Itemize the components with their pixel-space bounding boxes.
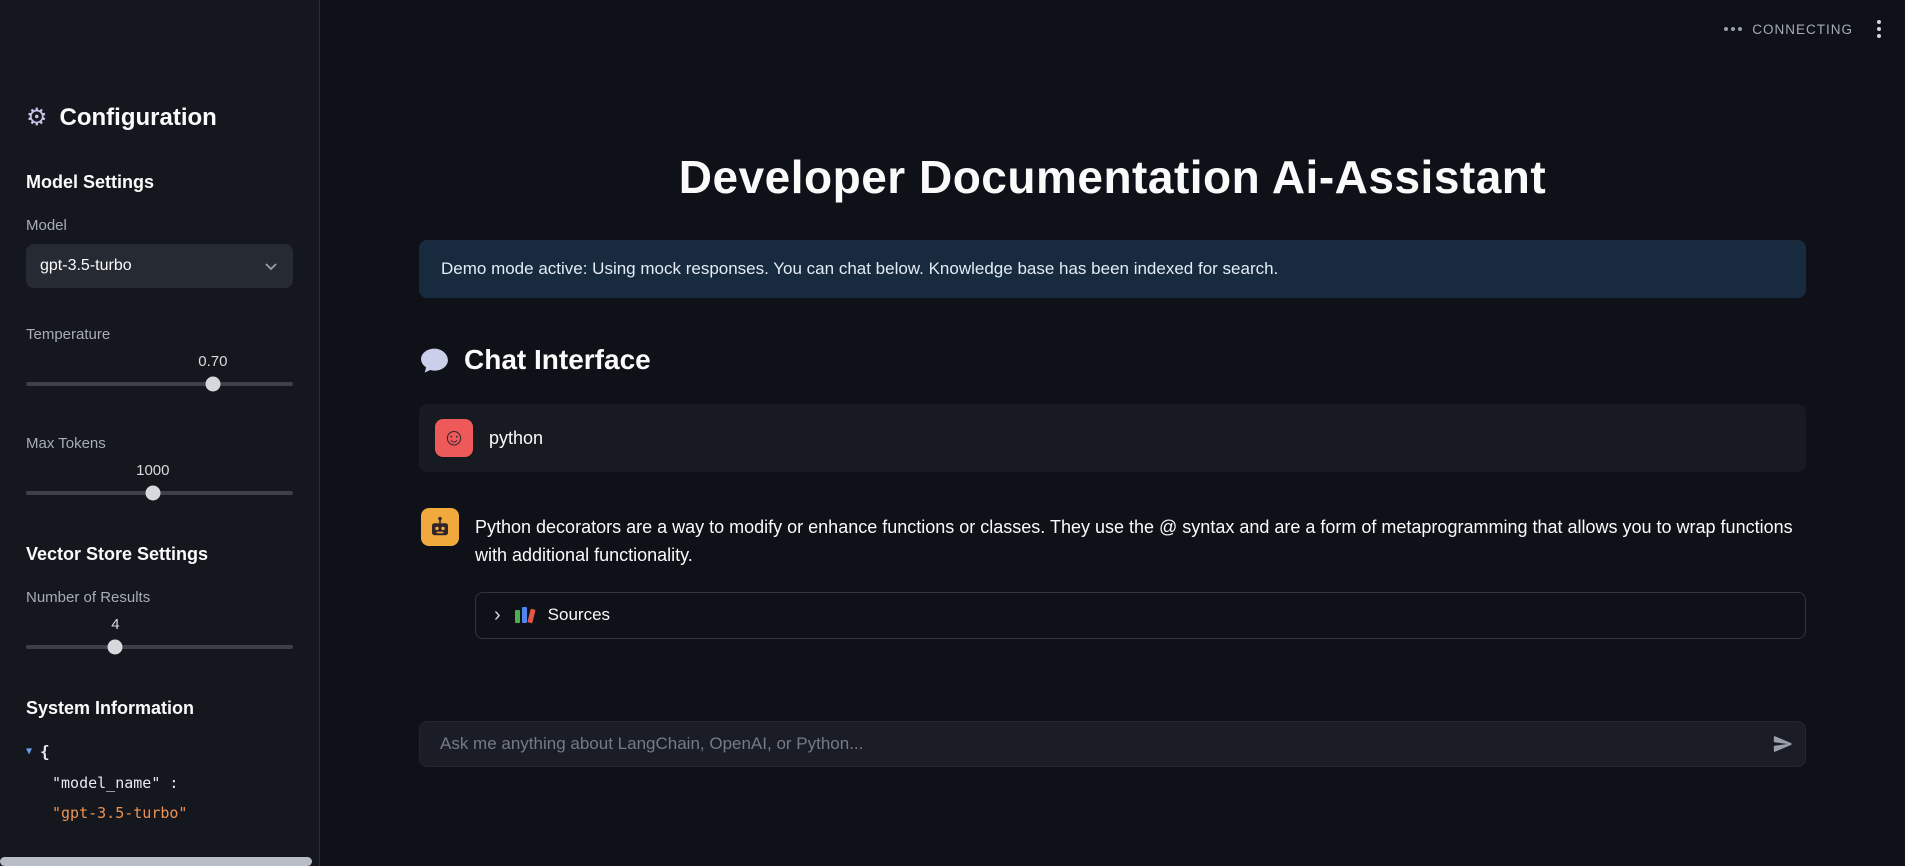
configuration-header: ⚙ Configuration <box>26 104 293 132</box>
books-icon <box>515 607 534 623</box>
gear-icon: ⚙ <box>26 106 48 130</box>
model-select-value: gpt-3.5-turbo <box>40 257 132 275</box>
json-open-brace: { <box>40 743 50 761</box>
sources-expander-label: Sources <box>548 605 610 625</box>
sidebar-scrollbar[interactable] <box>0 857 312 866</box>
page-title: Developer Documentation Ai-Assistant <box>419 150 1806 204</box>
sources-expander[interactable]: › Sources <box>475 592 1806 639</box>
chat-interface-heading-text: Chat Interface <box>464 344 651 376</box>
chat-message-user: ☺ python <box>419 404 1806 472</box>
max-tokens-slider-track[interactable] <box>26 491 293 495</box>
speech-bubble-icon <box>419 346 450 375</box>
connection-status-text: CONNECTING <box>1752 22 1853 37</box>
chat-message-assistant: Python decorators are a way to modify or… <box>419 508 1806 570</box>
running-dots-icon <box>1724 27 1742 31</box>
temperature-slider-track[interactable] <box>26 382 293 386</box>
expander-chevron-icon: › <box>494 605 501 625</box>
main-menu-kebab-icon[interactable] <box>1873 16 1885 42</box>
main-area: CONNECTING Developer Documentation Ai-As… <box>320 0 1905 866</box>
model-settings-heading: Model Settings <box>26 172 293 193</box>
user-avatar: ☺ <box>435 419 473 457</box>
temperature-label: Temperature <box>26 326 293 343</box>
model-select[interactable]: gpt-3.5-turbo <box>26 244 293 288</box>
system-info-json: ▼ { "model_name" : "gpt-3.5-turbo" <box>26 743 293 822</box>
send-button[interactable] <box>1772 733 1794 755</box>
topbar: CONNECTING <box>1724 16 1885 42</box>
system-info-heading: System Information <box>26 698 293 719</box>
num-results-slider-thumb[interactable] <box>108 640 123 655</box>
num-results-value: 4 <box>111 616 119 633</box>
temperature-slider-thumb[interactable] <box>205 377 220 392</box>
chat-input-row <box>419 721 1806 767</box>
app-window: ⚙ Configuration Model Settings Model gpt… <box>0 0 1905 866</box>
content-column: Developer Documentation Ai-Assistant Dem… <box>419 0 1806 767</box>
chat-input[interactable] <box>419 721 1806 767</box>
configuration-title: Configuration <box>60 104 217 132</box>
robot-icon <box>428 515 452 539</box>
connection-status: CONNECTING <box>1724 22 1853 37</box>
demo-mode-info-banner: Demo mode active: Using mock responses. … <box>419 240 1806 298</box>
max-tokens-label: Max Tokens <box>26 435 293 452</box>
max-tokens-slider: 1000 <box>26 462 293 504</box>
model-label: Model <box>26 217 293 234</box>
chat-interface-heading: Chat Interface <box>419 344 1806 376</box>
vector-store-heading: Vector Store Settings <box>26 544 293 565</box>
max-tokens-value: 1000 <box>136 462 169 479</box>
num-results-label: Number of Results <box>26 589 293 606</box>
max-tokens-slider-thumb[interactable] <box>145 486 160 501</box>
temperature-slider: 0.70 <box>26 353 293 395</box>
json-value-model-name: "gpt-3.5-turbo" <box>52 805 293 822</box>
sidebar: ⚙ Configuration Model Settings Model gpt… <box>0 0 320 866</box>
num-results-slider: 4 <box>26 616 293 658</box>
json-collapse-icon[interactable]: ▼ <box>26 746 32 757</box>
send-icon <box>1772 733 1794 755</box>
assistant-avatar <box>421 508 459 546</box>
num-results-slider-track[interactable] <box>26 645 293 649</box>
user-face-icon: ☺ <box>442 426 467 450</box>
temperature-value: 0.70 <box>198 353 227 370</box>
user-message-text: python <box>489 419 543 453</box>
assistant-message-text: Python decorators are a way to modify or… <box>475 508 1804 570</box>
chevron-down-icon <box>263 258 279 274</box>
json-key-model-name: "model_name" : <box>52 775 293 792</box>
